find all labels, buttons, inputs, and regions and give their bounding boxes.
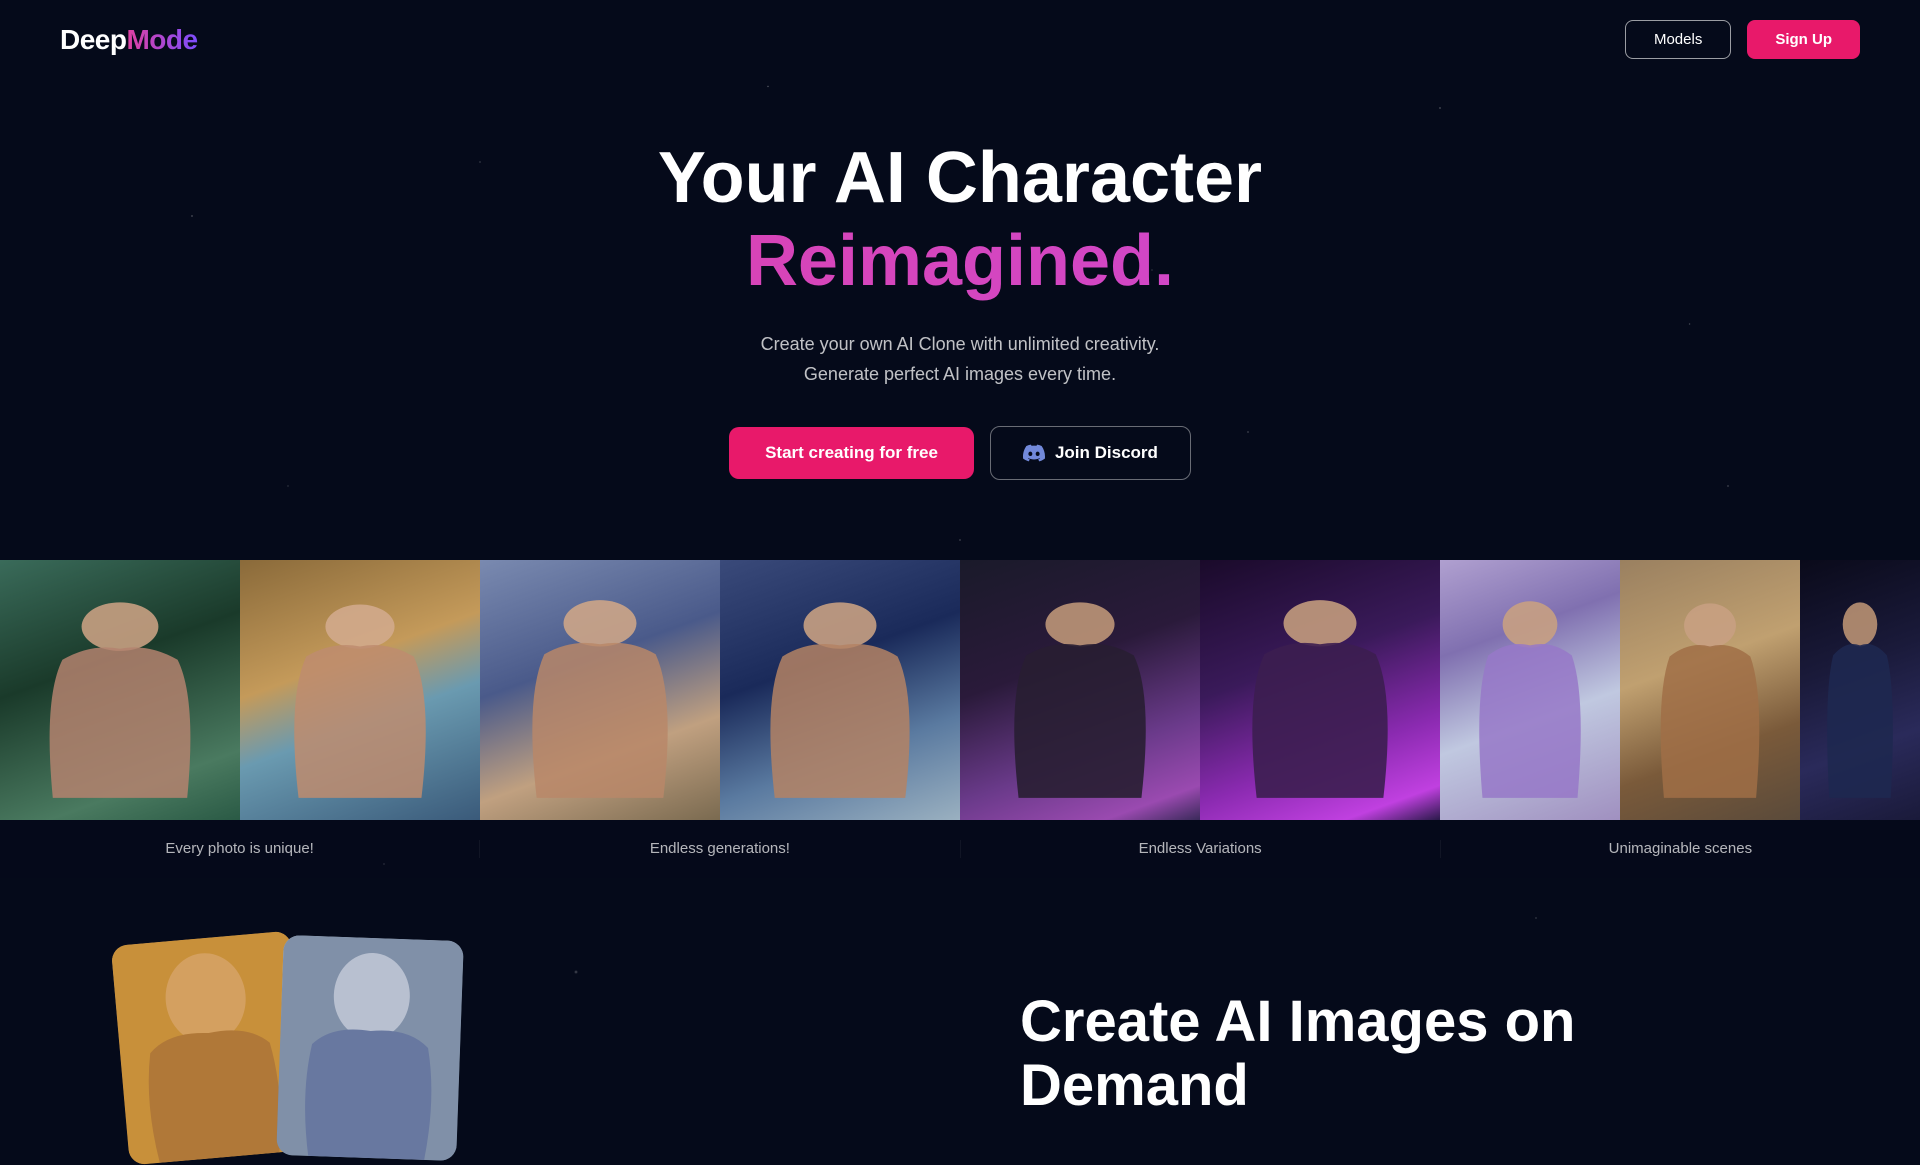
hero-title-line1: Your AI Character — [20, 139, 1900, 218]
discord-icon — [1023, 442, 1045, 464]
hero-title-line2: Reimagined. — [20, 218, 1900, 304]
logo-mode: Mode — [126, 24, 197, 55]
bottom-text: Create AI Images on Demand — [900, 990, 1800, 1158]
person-figure-3 — [504, 599, 696, 820]
gallery-item-6 — [1200, 560, 1440, 820]
hero-subtitle: Create your own AI Clone with unlimited … — [20, 329, 1900, 390]
person-figure-2 — [264, 599, 456, 820]
person-figure-4 — [744, 599, 936, 820]
navbar: DeepMode Models Sign Up — [0, 0, 1920, 79]
gallery-item-3 — [480, 560, 720, 820]
hero-subtitle-line1: Create your own AI Clone with unlimited … — [761, 334, 1160, 354]
gallery-item-1 — [0, 560, 240, 820]
person-figure-6 — [1224, 599, 1416, 820]
person-figure-9 — [1812, 599, 1908, 820]
bottom-title: Create AI Images on Demand — [1020, 990, 1800, 1118]
hero-title: Your AI Character Reimagined. — [20, 139, 1900, 305]
discord-button-label: Join Discord — [1055, 443, 1158, 463]
gallery-strip — [0, 560, 1920, 820]
bottom-section: Create AI Images on Demand — [0, 878, 1920, 1158]
caption-1: Every photo is unique! — [165, 840, 313, 857]
start-creating-button[interactable]: Start creating for free — [729, 427, 974, 479]
bottom-person-2 — [276, 935, 464, 1161]
person-figure-7 — [1458, 599, 1602, 820]
caption-3: Endless Variations — [1139, 840, 1262, 857]
gallery-item-5 — [960, 560, 1200, 820]
bottom-card-2 — [276, 935, 464, 1161]
person-figure-5 — [984, 599, 1176, 820]
gallery-group-3 — [960, 560, 1440, 820]
gallery-item-9 — [1800, 560, 1920, 820]
gallery-group-2 — [480, 560, 960, 820]
gallery-captions: Every photo is unique! Endless generatio… — [0, 820, 1920, 878]
hero-subtitle-line2: Generate perfect AI images every time. — [804, 364, 1116, 384]
caption-group-2: Endless generations! — [480, 840, 960, 858]
person-figure-8 — [1638, 599, 1782, 820]
signup-button[interactable]: Sign Up — [1747, 20, 1860, 59]
join-discord-button[interactable]: Join Discord — [990, 426, 1191, 480]
caption-group-1: Every photo is unique! — [0, 840, 480, 858]
logo-deep: Deep — [60, 24, 126, 55]
person-figure-1 — [24, 599, 216, 820]
models-button[interactable]: Models — [1625, 20, 1731, 59]
caption-2: Endless generations! — [650, 840, 790, 857]
bottom-images — [120, 938, 900, 1158]
gallery-item-8 — [1620, 560, 1800, 820]
caption-group-4: Unimaginable scenes — [1441, 840, 1920, 858]
gallery-item-7 — [1440, 560, 1620, 820]
gallery-item-2 — [240, 560, 480, 820]
nav-actions: Models Sign Up — [1625, 20, 1860, 59]
logo[interactable]: DeepMode — [60, 24, 198, 56]
hero-buttons: Start creating for free Join Discord — [20, 426, 1900, 480]
caption-4: Unimaginable scenes — [1609, 840, 1752, 857]
gallery-item-4 — [720, 560, 960, 820]
caption-group-3: Endless Variations — [961, 840, 1441, 858]
gallery-group-1 — [0, 560, 480, 820]
hero-section: Your AI Character Reimagined. Create you… — [0, 79, 1920, 560]
gallery-group-4 — [1440, 560, 1920, 820]
